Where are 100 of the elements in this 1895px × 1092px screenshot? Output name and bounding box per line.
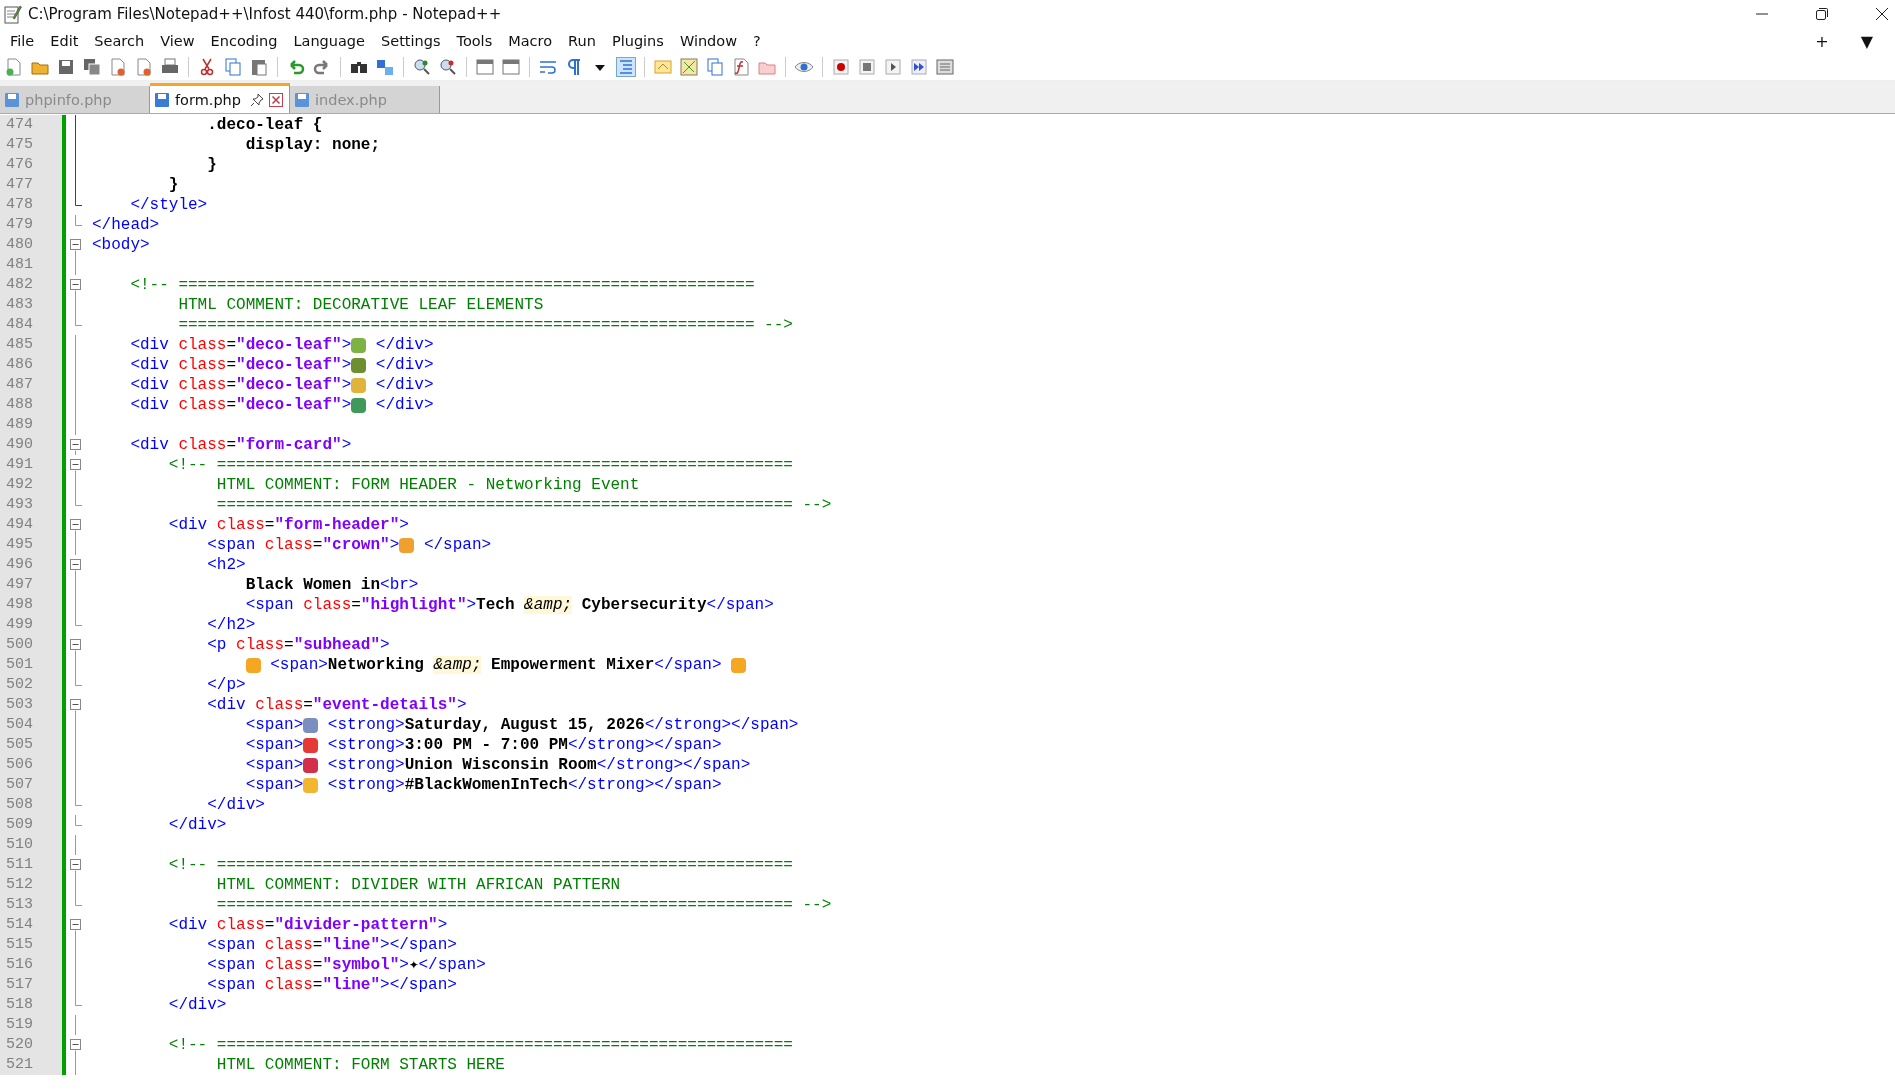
zoom-out-icon[interactable]	[438, 57, 458, 77]
line-number: 517	[0, 975, 62, 995]
code-text: <!-- ============================================================	[167, 1035, 793, 1055]
menu-item[interactable]: Edit	[42, 31, 87, 51]
code-text: <div class="divider-pattern">	[167, 915, 448, 935]
line-number: 491	[0, 455, 62, 475]
line-number: 492	[0, 475, 62, 495]
notepad-icon	[4, 4, 22, 24]
save-icon[interactable]	[56, 57, 76, 77]
code-text: </div>	[167, 815, 227, 835]
line-number: 511	[0, 855, 62, 875]
code-text: <body>	[92, 235, 150, 255]
code-text: Black Women in<br>	[244, 575, 419, 595]
close-icon[interactable]	[1875, 7, 1889, 21]
document-map-icon[interactable]	[679, 57, 699, 77]
line-number: 513	[0, 895, 62, 915]
window-title: C:\Program Files\Notepad++\Infost 440\form.php - Notepad++	[28, 5, 502, 23]
code-text: ============================================================ -->	[215, 495, 832, 515]
new-file-icon[interactable]	[4, 57, 24, 77]
code-text: <span class="crown">	[206, 535, 400, 555]
zoom-in-icon[interactable]	[412, 57, 432, 77]
menu-item[interactable]: View	[152, 31, 203, 51]
line-number: 516	[0, 955, 62, 975]
menu-item[interactable]: Search	[86, 31, 153, 51]
code-text: <strong>3:00 PM - 7:00 PM</strong></span>	[326, 735, 722, 755]
menu-item[interactable]: Encoding	[202, 31, 286, 51]
menu-extra-button[interactable]: +	[1805, 31, 1839, 51]
code-text: ============================================================ -->	[177, 315, 793, 335]
save-icon	[4, 91, 20, 108]
code-text: </span>	[422, 535, 492, 555]
code-text: <h2>	[206, 555, 246, 575]
code-text: <span>	[244, 715, 304, 735]
line-number: 521	[0, 1055, 62, 1075]
menu-item[interactable]: Language	[285, 31, 373, 51]
close-tab-icon[interactable]	[269, 92, 283, 107]
code-text: </div>	[374, 375, 434, 395]
restore-icon[interactable]	[1815, 7, 1829, 21]
line-number: 497	[0, 575, 62, 595]
line-number: 495	[0, 535, 62, 555]
code-text: </p>	[206, 675, 246, 695]
play-macro-icon[interactable]	[883, 57, 903, 77]
save-icon	[294, 91, 310, 108]
code-text: <div class="event-details">	[206, 695, 467, 715]
line-number: 493	[0, 495, 62, 515]
menu-item[interactable]: ?	[745, 31, 769, 51]
document-list-icon[interactable]	[705, 57, 725, 77]
line-number: 514	[0, 915, 62, 935]
menu-item[interactable]: Macro	[500, 31, 561, 51]
code-text: <div class="form-card">	[129, 435, 352, 455]
file-tab[interactable]: form.php	[150, 83, 290, 113]
indent-guide-icon[interactable]	[616, 57, 636, 77]
line-number: 483	[0, 295, 62, 315]
line-number: 508	[0, 795, 62, 815]
line-number: 515	[0, 935, 62, 955]
menu-extra-button[interactable]: ▼	[1850, 31, 1883, 51]
code-text: </div>	[374, 355, 434, 375]
line-number: 505	[0, 735, 62, 755]
close-file-icon[interactable]	[108, 57, 128, 77]
line-number: 509	[0, 815, 62, 835]
code-text: <!-- ============================================================	[167, 855, 793, 875]
line-number: 496	[0, 555, 62, 575]
code-text: <strong>#BlackWomenInTech</strong></span>	[326, 775, 722, 795]
code-text: <span class="line"></span>	[206, 975, 457, 995]
panel-icon[interactable]	[653, 57, 673, 77]
record-macro-icon[interactable]	[831, 57, 851, 77]
code-text: <div class="deco-leaf">	[129, 335, 352, 355]
line-number: 485	[0, 335, 62, 355]
line-number: 487	[0, 375, 62, 395]
copy-icon[interactable]	[223, 57, 243, 77]
code-text: HTML COMMENT: FORM HEADER - Networking Event	[215, 475, 640, 495]
code-text: <span>	[244, 775, 304, 795]
line-number: 512	[0, 875, 62, 895]
code-text: <span class="symbol">✦</span>	[206, 955, 486, 975]
menu-item[interactable]: Plugins	[603, 31, 672, 51]
replace-icon[interactable]	[375, 57, 395, 77]
line-number: 490	[0, 435, 62, 455]
code-text: </head>	[92, 215, 160, 235]
menu-item[interactable]: Window	[671, 31, 746, 51]
line-number: 479	[0, 215, 62, 235]
function-list-icon[interactable]	[731, 57, 751, 77]
stop-macro-icon[interactable]	[857, 57, 877, 77]
run-multiple-icon[interactable]	[909, 57, 929, 77]
menu-item[interactable]: File	[2, 31, 43, 51]
close-all-icon[interactable]	[134, 57, 154, 77]
code-text: }	[167, 175, 179, 195]
paste-icon[interactable]	[249, 57, 269, 77]
menu-item[interactable]: Run	[560, 31, 604, 51]
code-text: </div>	[374, 395, 434, 415]
code-text: <span>	[244, 755, 304, 775]
code-text: }	[206, 155, 217, 175]
save-all-icon[interactable]	[82, 57, 102, 77]
line-number: 506	[0, 755, 62, 775]
code-text: <strong>Union Wisconsin Room</strong></span>	[326, 755, 751, 775]
line-number: 475	[0, 135, 62, 155]
pin-icon[interactable]	[250, 92, 264, 107]
line-number: 501	[0, 655, 62, 675]
code-text: </h2>	[206, 615, 256, 635]
menu-item[interactable]: Tools	[448, 31, 501, 51]
code-text: <div class="deco-leaf">	[129, 395, 352, 415]
menu-item[interactable]: Settings	[373, 31, 449, 51]
